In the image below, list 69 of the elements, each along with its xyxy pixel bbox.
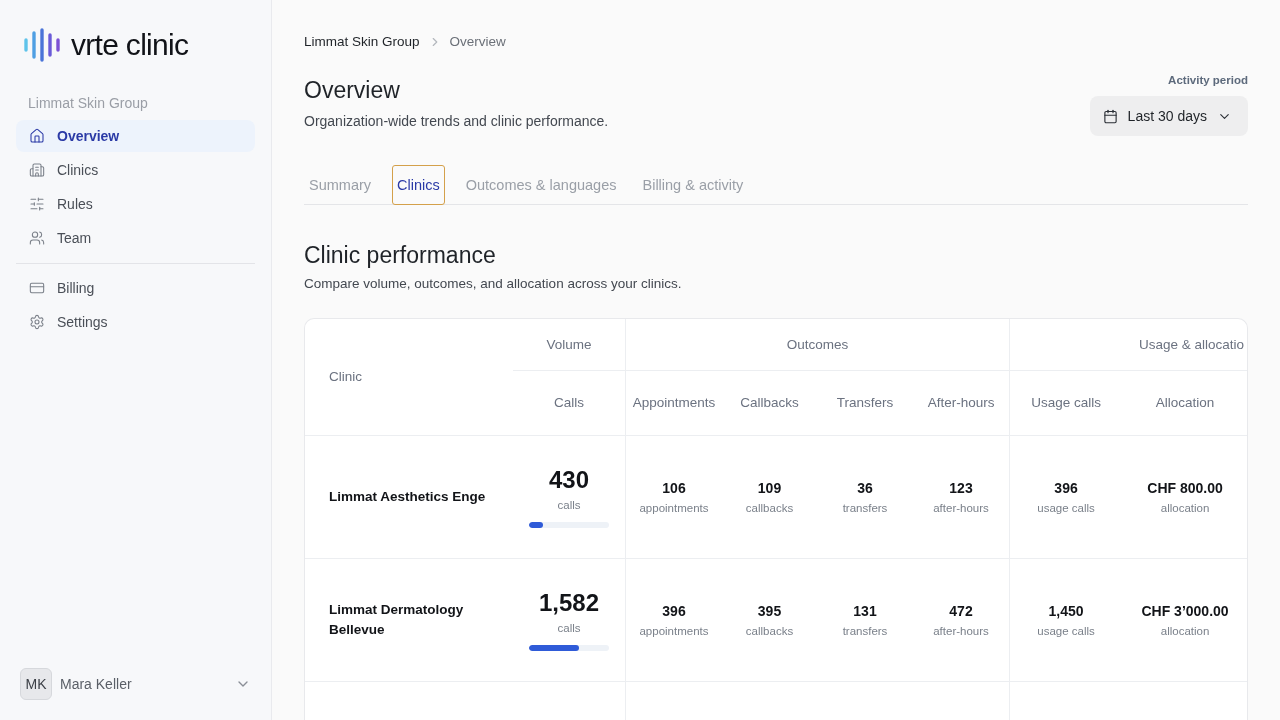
column-header: Clinic [329, 369, 362, 384]
calls-unit: calls [557, 498, 581, 512]
nav-item[interactable]: Settings [16, 306, 255, 338]
metric-unit: transfers [842, 624, 888, 638]
tab[interactable]: Clinics [392, 165, 445, 205]
metric-unit: appointments [639, 501, 709, 515]
calls-value: 1,582 [538, 589, 600, 617]
nav-item[interactable]: Billing [16, 272, 255, 304]
settings-icon [29, 314, 45, 330]
metric-value: 131 [853, 602, 877, 620]
metric-unit: after-hours [933, 501, 989, 515]
section-title: Clinic performance [304, 241, 497, 269]
logo-text: vrte clinic [71, 29, 189, 61]
users-icon [29, 230, 45, 246]
metric-value: 109 [757, 479, 782, 497]
period-dropdown[interactable]: Last 30 days [1089, 96, 1248, 136]
metric-unit: allocation [1160, 501, 1210, 515]
section-description: Compare volume, outcomes, and allocation across your clinics. [304, 275, 683, 293]
column-header: Transfers [836, 395, 894, 410]
period-label: Activity period [1168, 73, 1248, 88]
nav-item[interactable]: Clinics [16, 154, 255, 186]
group-header: Volume [546, 336, 592, 352]
page-subtitle: Organization-wide trends and clinic performance. [304, 112, 609, 130]
calls-unit: calls [557, 621, 581, 635]
clinic-name: Limmat Dermatology Bellevue [328, 601, 465, 639]
column-header: Usage calls [1031, 395, 1101, 410]
user-menu[interactable]: MK Mara Keller [16, 668, 255, 700]
metric-value: 396 [662, 602, 686, 620]
column-header: After-hours [927, 395, 995, 410]
sliders-icon [29, 196, 45, 212]
metric-value: CHF 3’000.00 [1141, 602, 1229, 620]
metric-unit: appointments [639, 624, 709, 638]
metric-value: 396 [1054, 479, 1078, 497]
column-header: Callbacks [740, 395, 799, 410]
column-header: Calls [554, 395, 584, 410]
clinic-name: Limmat Aesthetics Enge [328, 488, 487, 506]
user-avatar: MK [20, 668, 52, 700]
metric-value: 36 [857, 479, 873, 497]
metric-unit: usage calls [1037, 501, 1095, 515]
org-label: Limmat Skin Group [28, 94, 149, 112]
logo-icon [24, 28, 60, 62]
nav-item[interactable]: Rules [16, 188, 255, 220]
house-icon [29, 128, 45, 144]
metric-value: CHF 800.00 [1147, 479, 1223, 497]
metric-value: 1,450 [1048, 602, 1084, 620]
metric-value: 123 [949, 479, 973, 497]
credit-card-icon [29, 280, 45, 296]
calendar-icon [1102, 108, 1118, 124]
metric-unit: transfers [842, 501, 888, 515]
metric-unit: callbacks [745, 501, 794, 515]
metric-unit: allocation [1160, 624, 1210, 638]
column-header: Appointments [632, 395, 716, 410]
building-icon [29, 162, 45, 178]
page-title: Overview [304, 76, 401, 104]
calls-value: 430 [548, 466, 589, 494]
breadcrumb-link[interactable]: Limmat Skin Group [304, 34, 420, 50]
nav-item[interactable]: Overview [16, 120, 255, 152]
metric-value: 395 [757, 602, 782, 620]
metric-unit: callbacks [745, 624, 794, 638]
column-header: Allocation [1155, 395, 1215, 410]
metric-value: 472 [949, 602, 973, 620]
metric-value: 106 [662, 479, 686, 497]
group-header: Usage & allocatio [1138, 336, 1245, 352]
nav-item[interactable]: Team [16, 222, 255, 254]
metric-unit: after-hours [933, 624, 989, 638]
metric-unit: usage calls [1037, 624, 1095, 638]
group-header: Outcomes [786, 336, 849, 352]
breadcrumb-current: Overview [449, 34, 506, 50]
user-name: Mara Keller [60, 676, 133, 692]
